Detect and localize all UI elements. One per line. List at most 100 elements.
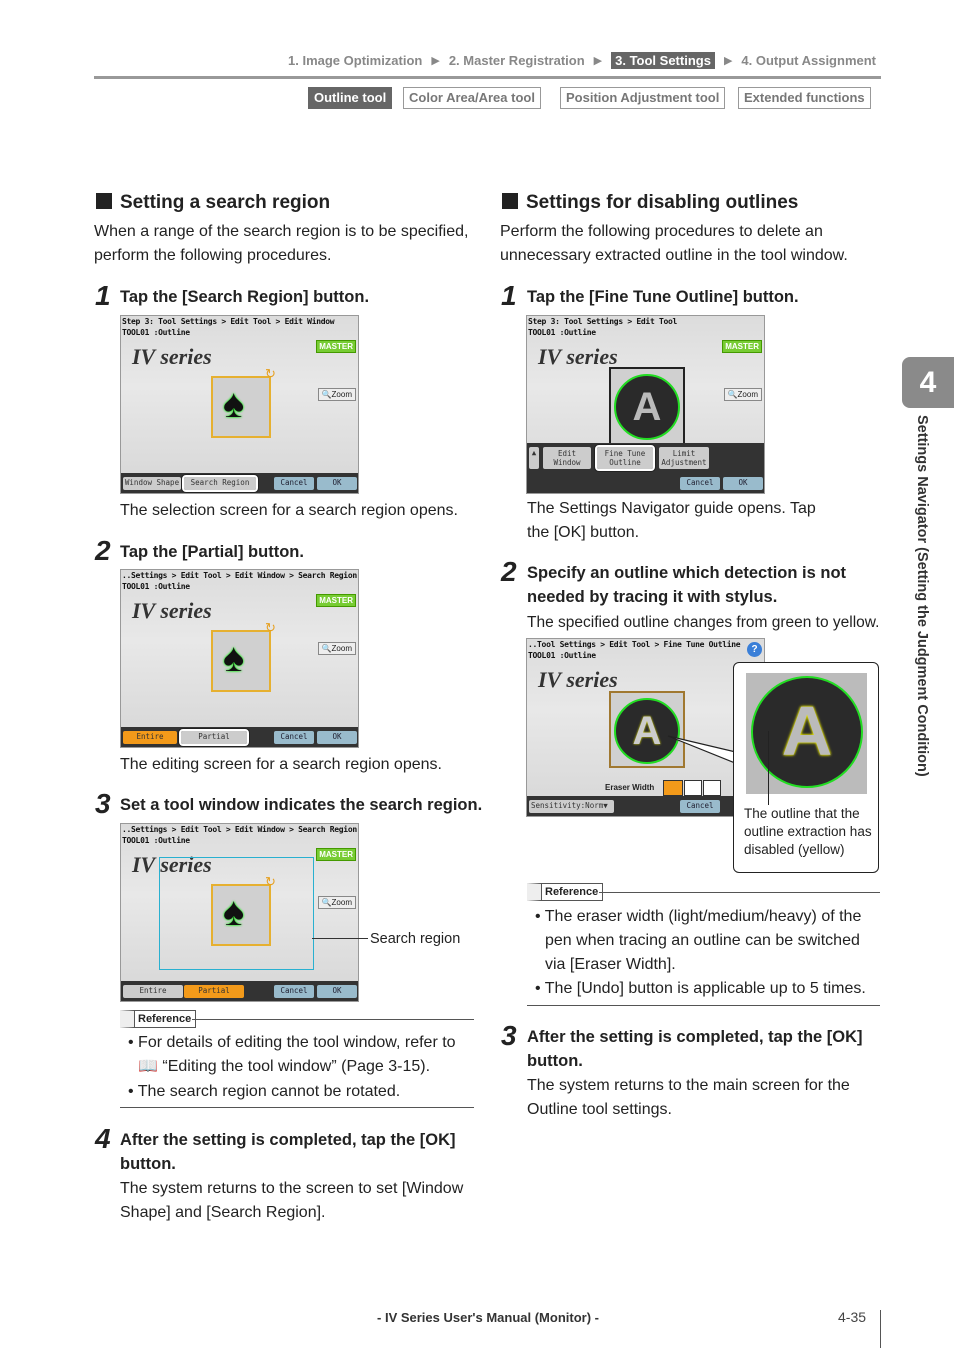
search-region-button: Search Region [182,475,258,492]
tool-window: ♠ [211,376,271,438]
step-caption: The specified outline changes from green… [527,614,880,631]
magnified-callout: A The outline that the outline extractio… [733,662,879,873]
breadcrumb: 1. Image Optimization ▶ 2. Master Registr… [288,52,876,69]
ok-button: OK [317,731,357,744]
breadcrumb-item-active: 3. Tool Settings [611,52,715,69]
screen-tool-name: TOOL01 :Outline [122,836,190,845]
screen-breadcrumb: Step 3: Tool Settings > Edit Tool [528,317,678,326]
tool-window: ♠ [211,630,271,692]
tab-color-area-tool: Color Area/Area tool [403,87,541,109]
screenshot-partial: ..Settings > Edit Tool > Edit Window > S… [120,569,359,748]
section-intro: When a range of the search region is to … [94,223,469,264]
master-badge: MASTER [316,340,356,353]
reference-bullet: • The eraser width (light/medium/heavy) … [535,908,862,973]
entire-button: Entire [123,731,177,744]
step-title: Tap the [Fine Tune Outline] button. [527,288,799,306]
tab-outline-tool: Outline tool [308,87,393,109]
partial-button: Partial [184,985,244,998]
step-caption: The Settings Navigator guide opens. Tap … [527,500,816,541]
footer-divider [880,1310,881,1348]
step-number: 3 [95,788,111,819]
screenshot-fine-tune: Step 3: Tool Settings > Edit Tool TOOL01… [526,315,765,494]
reference-end-rule [527,1005,880,1006]
eraser-heavy-button [703,780,721,796]
section-heading: Settings for disabling outlines [502,192,798,214]
screen-breadcrumb: Step 3: Tool Settings > Edit Tool > Edit… [122,317,335,326]
reference-bullet: • For details of editing the tool window… [128,1034,456,1051]
eraser-width-label: Eraser Width [605,783,655,792]
ok-button: OK [317,477,357,490]
screen-logo: IV series [538,667,618,692]
callout-text: The outline that the outline extraction … [744,806,872,857]
breadcrumb-item: 1. Image Optimization [288,53,423,68]
reference-end-rule [120,1107,474,1108]
spade-icon: ♠ [223,890,245,934]
callout-label: Search region [370,931,461,947]
outline-a: A [614,374,680,440]
edit-window-button: Edit Window [543,447,591,469]
master-badge: MASTER [722,340,762,353]
eraser-light-button [663,780,683,796]
cancel-button: Cancel [680,800,720,813]
reference-label: Reference [120,1010,197,1028]
tab-position-adjustment-tool: Position Adjustment tool [560,87,726,109]
zoom-button: 🔍Zoom [317,642,356,655]
magnified-view: A [746,673,867,794]
step-title: After the setting is completed, tap the … [120,1131,456,1173]
arrow-icon: ▶ [593,55,603,67]
screen-breadcrumb: ..Settings > Edit Tool > Edit Window > S… [122,825,357,834]
screen-logo: IV series [132,598,212,623]
tab-extended-functions: Extended functions [738,87,871,109]
spade-icon: ♠ [223,636,245,680]
step-title: After the setting is completed, tap the … [527,1028,863,1070]
screen-logo: IV series [538,344,618,369]
reference-bullet: • The [Undo] button is applicable up to … [535,980,866,997]
step-number: 1 [501,280,517,311]
zoom-button: 🔍Zoom [723,388,762,401]
tool-window: ♠ [211,884,271,946]
page-link[interactable]: “Editing the tool window” (Page 3-15). [162,1058,430,1075]
eraser-medium-button [684,780,702,796]
cancel-button: Cancel [680,477,720,490]
callout-pointer [667,735,740,766]
step-number: 2 [501,556,517,587]
header-rule [94,76,881,79]
step-number: 4 [95,1123,111,1154]
ok-button: OK [723,477,763,490]
fine-tune-outline-button: Fine Tune Outline [595,445,655,471]
cancel-button: Cancel [274,985,314,998]
screen-tool-name: TOOL01 :Outline [528,328,596,337]
screenshot-search-region: Step 3: Tool Settings > Edit Tool > Edit… [120,315,359,494]
step-caption: The selection screen for a search region… [120,502,458,519]
master-badge: MASTER [316,848,356,861]
step-title: Tap the [Search Region] button. [120,288,370,306]
step-title: Specify an outline which detection is no… [527,564,847,606]
screen-tool-name: TOOL01 :Outline [528,651,596,660]
book-icon: 📖 [138,1058,158,1075]
reference-label: Reference [527,883,604,901]
arrow-icon: ▶ [431,55,440,67]
page-number: 4-35 [838,1309,867,1325]
reference-bullet: • The search region cannot be rotated. [128,1083,401,1100]
cancel-button: Cancel [274,731,314,744]
window-shape-button: Window Shape [123,477,181,490]
screen-logo: IV series [132,344,212,369]
reference-bullet-cont: 📖 “Editing the tool window” (Page 3-15). [138,1055,430,1079]
master-badge: MASTER [316,594,356,607]
step-title: Set a tool window indicates the search r… [120,796,483,814]
chapter-tab: 4 [902,357,954,408]
reference-rule [599,892,880,893]
callout-leader [768,731,769,805]
reference-rule [192,1019,474,1020]
step-caption: The system returns to the screen to set … [120,1180,464,1221]
screen-breadcrumb: ..Tool Settings > Edit Tool > Fine Tune … [528,640,741,649]
partial-button: Partial [179,729,249,746]
step-number: 1 [95,280,111,311]
screenshot-search-region-set: ..Settings > Edit Tool > Edit Window > S… [120,823,359,1002]
breadcrumb-item: 4. Output Assignment [741,53,876,68]
step-caption: The editing screen for a search region o… [120,756,442,773]
entire-button: Entire [123,985,183,998]
tool-window: A [609,367,685,445]
breadcrumb-item: 2. Master Registration [448,53,585,68]
footer-title: - IV Series User's Manual (Monitor) - [377,1310,599,1325]
